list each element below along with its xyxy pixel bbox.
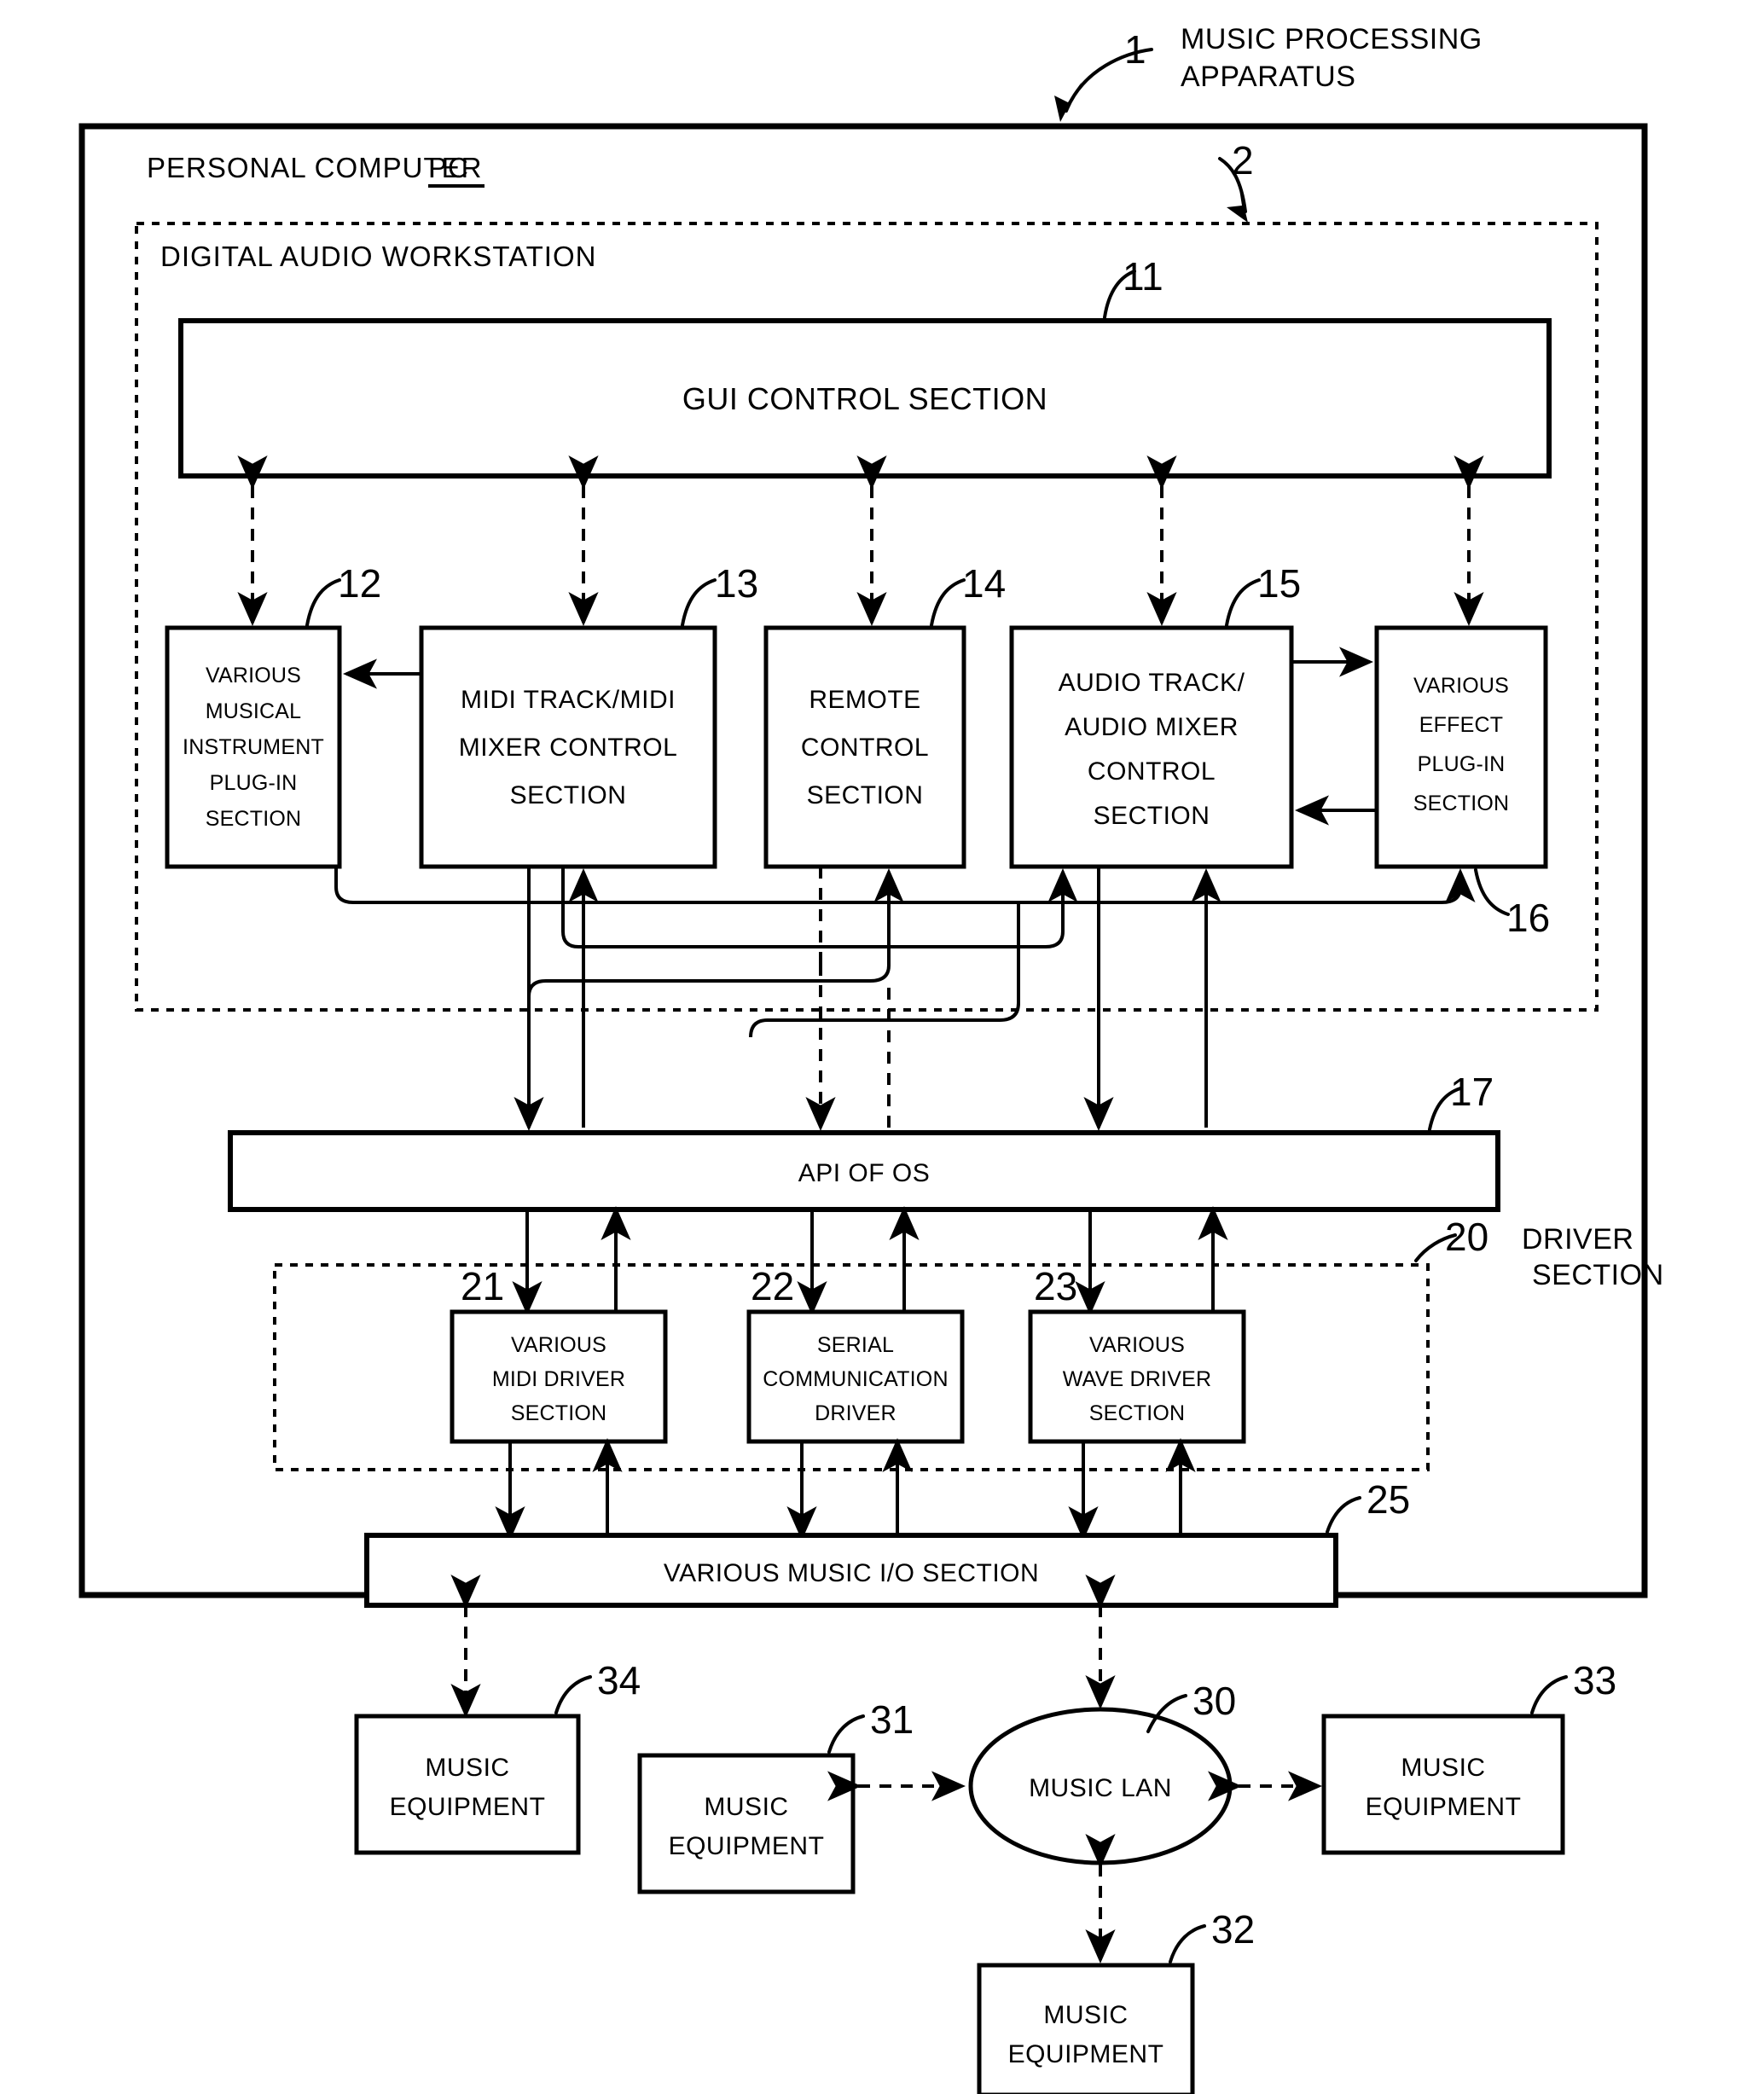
svg-text:VARIOUS: VARIOUS [206,664,301,687]
ref-11: 11 [1123,254,1163,299]
ref-14: 14 [962,561,1006,606]
svg-text:SECTION: SECTION [1413,792,1510,815]
svg-text:EQUIPMENT: EQUIPMENT [669,1832,825,1860]
ref-32: 32 [1211,1907,1255,1952]
diagram-svg: MUSIC PROCESSING APPARATUS 1 PERSONAL CO… [78,23,1664,2094]
svg-text:INSTRUMENT: INSTRUMENT [183,735,324,759]
svg-text:MIDI DRIVER: MIDI DRIVER [492,1367,625,1391]
bus-instrument-to-effect [334,867,1476,904]
svg-text:SECTION: SECTION [1094,802,1210,830]
svg-text:VARIOUS: VARIOUS [1089,1333,1185,1357]
equipment-31-box [637,1753,856,1894]
ref-31: 31 [870,1697,914,1742]
ref-30: 30 [1192,1679,1236,1723]
svg-text:MUSIC: MUSIC [704,1793,788,1821]
music-io-label: VARIOUS MUSIC I/O SECTION [664,1559,1039,1587]
bus-upper-s-curve [561,867,1078,948]
personal-computer-abbr: PC [428,152,469,183]
svg-text:MUSIC: MUSIC [1401,1754,1485,1782]
callout-leader-32 [1169,1924,1206,1963]
svg-text:SERIAL: SERIAL [817,1333,894,1357]
effect-plugin-box [1374,625,1548,869]
svg-text:WAVE DRIVER: WAVE DRIVER [1063,1367,1211,1391]
svg-text:VARIOUS: VARIOUS [511,1333,606,1357]
svg-text:MIDI TRACK/MIDI: MIDI TRACK/MIDI [461,686,676,714]
ref-16: 16 [1506,896,1550,940]
svg-text:VARIOUS: VARIOUS [1413,674,1509,698]
callout-leader-15 [1225,578,1261,627]
api-of-os-label: API OF OS [798,1159,931,1187]
svg-text:MIXER CONTROL: MIXER CONTROL [459,734,678,762]
ref-21: 21 [461,1264,504,1308]
blocks-to-api-links [514,867,1221,1131]
ref-17: 17 [1450,1070,1494,1114]
patent-figure-canvas: MUSIC PROCESSING APPARATUS 1 PERSONAL CO… [0,0,1764,2094]
callout-leader-12 [305,578,341,627]
driver-section-label-line2: SECTION [1532,1259,1664,1291]
callout-leader-31 [827,1714,865,1754]
midi-driver-label: VARIOUS MIDI DRIVER SECTION [492,1333,625,1425]
drivers-to-io-links [495,1438,1196,1540]
callout-leader-16 [1474,868,1510,916]
svg-text:SECTION: SECTION [511,1401,607,1425]
svg-text:SECTION: SECTION [1089,1401,1186,1425]
daw-label: DIGITAL AUDIO WORKSTATION [160,241,596,272]
ref-2: 2 [1232,138,1254,183]
svg-text:MUSICAL: MUSICAL [206,699,302,723]
svg-text:COMMUNICATION: COMMUNICATION [763,1367,948,1391]
equipment-33-box [1321,1714,1565,1855]
music-lan-label: MUSIC LAN [1029,1774,1172,1802]
ref-23: 23 [1034,1264,1077,1308]
api-to-drivers-links [512,1206,1228,1315]
ref-1: 1 [1124,27,1146,72]
ref-34: 34 [597,1658,641,1702]
svg-text:DRIVER: DRIVER [815,1401,897,1425]
svg-text:SECTION: SECTION [206,807,302,831]
callout-leader-34 [554,1675,592,1714]
svg-text:EQUIPMENT: EQUIPMENT [1366,1793,1522,1821]
ref-13: 13 [715,561,758,606]
svg-text:CONTROL: CONTROL [1088,757,1216,786]
remote-control-label: REMOTE CONTROL SECTION [801,686,929,809]
svg-text:PLUG-IN: PLUG-IN [1418,752,1506,776]
callout-leader-13 [681,578,717,627]
bus-lower-s-curve [749,902,1020,1038]
ref-22: 22 [751,1264,794,1308]
svg-text:EQUIPMENT: EQUIPMENT [1008,2040,1164,2068]
ref-33: 33 [1573,1658,1616,1702]
svg-text:MUSIC: MUSIC [1043,2001,1128,2029]
svg-text:AUDIO TRACK/: AUDIO TRACK/ [1059,669,1245,697]
ref-20: 20 [1445,1215,1488,1259]
callout-leader-25 [1326,1496,1361,1534]
title-label-line2: APPARATUS [1181,61,1355,93]
svg-text:CONTROL: CONTROL [801,734,929,762]
callout-leader-14 [930,578,966,627]
callout-leader-33 [1530,1675,1568,1714]
svg-text:SECTION: SECTION [807,781,924,809]
ref-12: 12 [338,561,381,606]
svg-text:EFFECT: EFFECT [1419,713,1503,737]
svg-text:MUSIC: MUSIC [425,1754,509,1782]
svg-text:REMOTE: REMOTE [809,686,920,714]
svg-text:AUDIO MIXER: AUDIO MIXER [1065,713,1239,741]
svg-text:SECTION: SECTION [510,781,627,809]
driver-section-label-line1: DRIVER [1522,1223,1633,1256]
ref-25: 25 [1367,1477,1410,1522]
svg-text:PLUG-IN: PLUG-IN [210,771,298,795]
audio-track-box [1009,625,1294,869]
gui-control-section-label: GUI CONTROL SECTION [682,381,1047,416]
equipment-32-box [977,1963,1195,2094]
ref-15: 15 [1257,561,1301,606]
title-label-line1: MUSIC PROCESSING [1181,23,1483,55]
equipment-34-box [354,1714,581,1855]
svg-text:EQUIPMENT: EQUIPMENT [390,1793,546,1821]
